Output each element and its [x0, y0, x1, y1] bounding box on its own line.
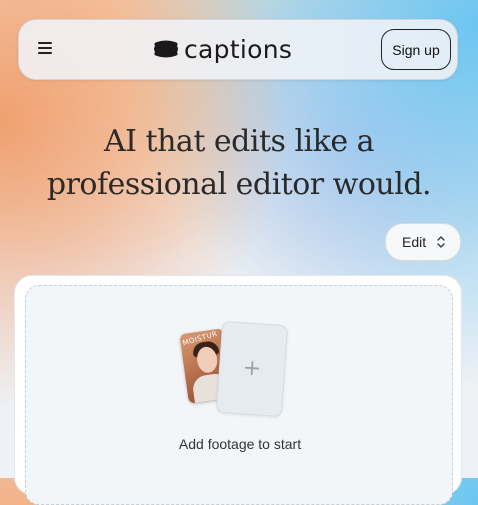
hero-headline: AI that edits like a professional editor…	[0, 120, 478, 206]
add-footage-card[interactable]: +	[215, 320, 289, 418]
mode-dropdown-value: Edit	[402, 234, 427, 250]
footage-dropzone[interactable]: MOISTUR + Add footage to start	[25, 285, 453, 505]
hamburger-menu-icon[interactable]	[38, 42, 52, 56]
headline-line-1: AI that edits like a	[104, 124, 375, 159]
upload-panel: MOISTUR + Add footage to start	[14, 275, 462, 505]
sign-up-button[interactable]: Sign up	[381, 29, 451, 70]
chevron-up-down-icon	[437, 236, 445, 248]
plus-icon: +	[241, 355, 263, 382]
mode-dropdown[interactable]: Edit	[385, 223, 461, 261]
captions-logo-icon	[154, 40, 178, 58]
captions-logo[interactable]: captions	[153, 34, 292, 64]
add-footage-label: Add footage to start	[178, 436, 302, 452]
logo-wordmark: captions	[184, 34, 293, 64]
top-nav-bar: captions Sign up	[18, 19, 458, 80]
headline-line-2: professional editor would.	[46, 167, 432, 202]
